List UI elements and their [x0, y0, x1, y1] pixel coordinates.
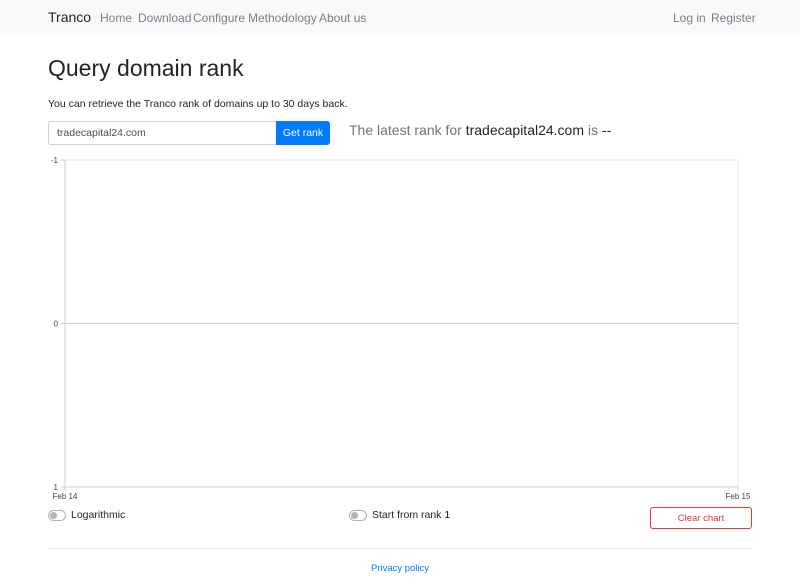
y-tick-label: -1 — [51, 156, 59, 165]
footer-divider — [48, 548, 752, 549]
nav-link-download[interactable]: Download — [138, 11, 191, 25]
x-tick-label: Feb 14 — [53, 492, 78, 501]
logarithmic-toggle-group: Logarithmic — [48, 509, 125, 521]
domain-input[interactable] — [48, 121, 277, 145]
privacy-policy-link[interactable]: Privacy policy — [0, 563, 800, 574]
y-tick-label: 1 — [54, 483, 59, 492]
latest-rank-is: is — [587, 122, 599, 138]
nav-link-methodology[interactable]: Methodology — [248, 11, 317, 25]
latest-rank-domain: tradecapital24.com — [465, 122, 585, 138]
y-tick-label: 0 — [54, 320, 59, 329]
latest-rank-prefix: The latest rank for — [349, 122, 462, 138]
get-rank-button[interactable]: Get rank — [276, 121, 330, 145]
nav-link-about-us[interactable]: About us — [319, 11, 366, 25]
rank-chart: -1 0 1Feb 14 Feb 15 — [51, 156, 751, 501]
brand-logo-link[interactable]: Tranco — [48, 9, 91, 25]
logarithmic-toggle[interactable] — [48, 509, 66, 521]
latest-rank-text: The latest rank for tradecapital24.com i… — [349, 122, 611, 138]
clear-chart-button[interactable]: Clear chart — [650, 507, 752, 529]
page-title: Query domain rank — [48, 55, 244, 81]
nav-link-register[interactable]: Register — [711, 11, 756, 25]
latest-rank-value: -- — [601, 122, 612, 138]
x-tick-label: Feb 15 — [726, 492, 751, 501]
nav-link-home[interactable]: Home — [100, 11, 132, 25]
nav-link-log-in[interactable]: Log in — [673, 11, 706, 25]
logarithmic-label: Logarithmic — [71, 509, 126, 521]
navbar: Tranco Home Download Configure Methodolo… — [0, 0, 800, 35]
start-rank-toggle[interactable] — [349, 509, 367, 521]
nav-link-configure[interactable]: Configure — [193, 11, 245, 25]
start-rank-label: Start from rank 1 — [372, 509, 451, 521]
start-rank-toggle-group: Start from rank 1 — [349, 509, 450, 521]
page-description: You can retrieve the Tranco rank of doma… — [48, 98, 348, 110]
